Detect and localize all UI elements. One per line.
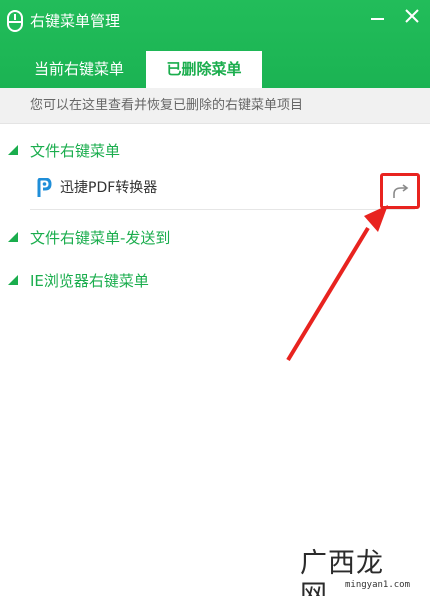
info-text: 您可以在这里查看并恢复已删除的右键菜单项目 bbox=[30, 98, 304, 113]
restore-button[interactable] bbox=[380, 173, 420, 209]
title-bar: 右键菜单管理 当前右键菜单 已删除菜单 bbox=[0, 0, 430, 88]
pdf-converter-icon bbox=[37, 178, 52, 197]
window-title: 右键菜单管理 bbox=[30, 12, 121, 30]
category-send-to[interactable]: 文件右键菜单-发送到 bbox=[0, 227, 430, 251]
list-item: 迅捷PDF转换器 bbox=[30, 170, 415, 210]
restore-icon bbox=[393, 184, 409, 198]
expand-arrow-icon bbox=[8, 145, 18, 155]
tab-current-menu[interactable]: 当前右键菜单 bbox=[14, 51, 144, 88]
close-button[interactable] bbox=[400, 4, 424, 28]
category-label: 文件右键菜单-发送到 bbox=[30, 229, 171, 247]
watermark-url: mingyan1.com bbox=[345, 580, 411, 590]
close-icon bbox=[405, 9, 419, 23]
minimize-button[interactable] bbox=[366, 6, 390, 30]
watermark: 广西龙网 bbox=[300, 548, 410, 596]
expand-arrow-icon bbox=[8, 232, 18, 242]
category-label: 文件右键菜单 bbox=[30, 142, 121, 160]
item-name: 迅捷PDF转换器 bbox=[60, 180, 158, 196]
category-label: IE浏览器右键菜单 bbox=[30, 272, 149, 290]
info-bar: 您可以在这里查看并恢复已删除的右键菜单项目 bbox=[0, 88, 430, 124]
expand-arrow-icon bbox=[8, 275, 18, 285]
category-ie-menu[interactable]: IE浏览器右键菜单 bbox=[0, 270, 430, 294]
mouse-icon bbox=[7, 10, 23, 32]
tab-deleted-menu[interactable]: 已删除菜单 bbox=[146, 51, 262, 88]
category-file-menu[interactable]: 文件右键菜单 bbox=[0, 140, 430, 164]
